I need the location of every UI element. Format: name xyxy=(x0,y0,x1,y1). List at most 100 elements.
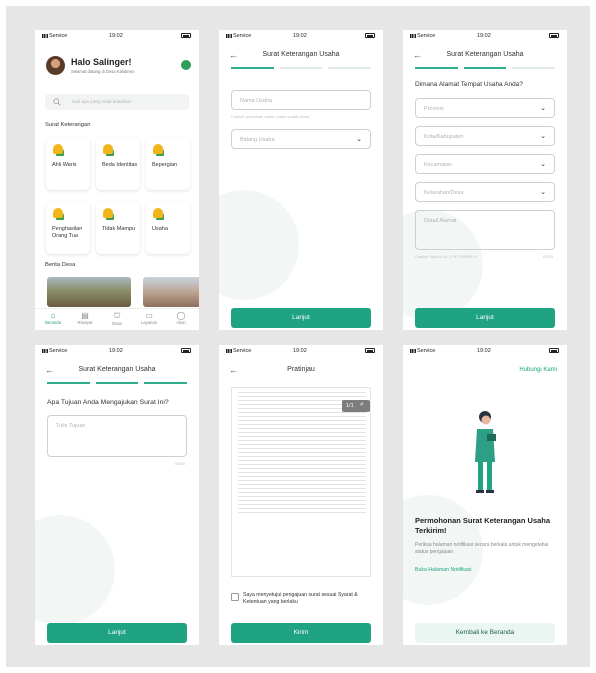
page-title: Surat Keterangan Usaha xyxy=(446,51,524,58)
news-image-1[interactable] xyxy=(47,277,131,307)
purpose-counter: 0/250 xyxy=(175,461,186,466)
services-icon: ▭ xyxy=(145,311,153,320)
chevron-down-icon: ⌄ xyxy=(540,161,546,168)
address-question: Dimana Alamat Tempat Usaha Anda? xyxy=(415,81,523,88)
clock: 19:02 xyxy=(477,348,491,354)
nav-item[interactable]: ▤ Riwayat xyxy=(71,311,99,325)
flower-pot-icon xyxy=(153,144,163,154)
step-indicator xyxy=(47,382,188,384)
submit-button[interactable]: Kirim xyxy=(231,623,371,643)
carrier: Service xyxy=(226,33,251,39)
service-card[interactable]: Bepergian xyxy=(146,138,190,190)
nav-item[interactable]: ⛫ Desa xyxy=(103,311,131,326)
business-field-placeholder: Bidang Usaha xyxy=(240,137,275,143)
background-decoration xyxy=(35,515,115,625)
search-placeholder: Cari apa yang Anda butuhkan xyxy=(72,99,132,104)
carrier: Service xyxy=(410,33,435,39)
chevron-down-icon: ⌄ xyxy=(356,136,362,143)
nav-label: Riwayat xyxy=(77,320,93,325)
success-screen: Service 19:02 Hubungi Kami Permohonan Su… xyxy=(403,345,567,645)
flower-pot-icon xyxy=(53,208,63,218)
chevron-down-icon: ⌄ xyxy=(540,133,546,140)
business-name-screen: Service 19:02 ← Surat Keterangan Usaha N… xyxy=(219,30,383,330)
greeting-title: Halo Salinger! xyxy=(71,57,132,67)
service-card[interactable]: Penghasilan Orang Tua xyxy=(46,202,90,254)
next-button[interactable]: Lanjut xyxy=(47,623,187,643)
clock: 19:02 xyxy=(109,348,123,354)
address-select-placeholder: Kelurahan/Desa xyxy=(424,190,464,196)
search-bar[interactable]: Cari apa yang Anda butuhkan xyxy=(45,94,189,110)
carrier: Service xyxy=(42,348,67,354)
clock: 19:02 xyxy=(477,33,491,39)
battery-icon xyxy=(365,33,375,38)
address-select-placeholder: Kecamatan xyxy=(424,162,452,168)
search-icon xyxy=(53,98,61,106)
agreement-checkbox[interactable] xyxy=(231,593,239,601)
avatar[interactable] xyxy=(46,56,65,75)
document-preview[interactable]: 1/1 ⌕ xyxy=(231,387,371,577)
news-image-2[interactable] xyxy=(143,277,199,307)
address-select[interactable]: Kelurahan/Desa ⌄ xyxy=(415,182,555,202)
address-detail-textarea[interactable]: Detail Alamat xyxy=(415,210,555,250)
status-bar: Service 19:02 xyxy=(35,345,199,357)
header: ← Surat Keterangan Usaha xyxy=(35,359,199,381)
background-decoration xyxy=(219,190,299,300)
clock: 19:02 xyxy=(293,33,307,39)
purpose-screen: Service 19:02 ← Surat Keterangan Usaha A… xyxy=(35,345,199,645)
preview-screen: Service 19:02 ← Pratinjau 1/1 ⌕ Saya men… xyxy=(219,345,383,645)
service-card-label: Penghasilan Orang Tua xyxy=(52,226,83,239)
back-home-button[interactable]: Kembali ke Beranda xyxy=(415,623,555,643)
service-card[interactable]: Ahli Waris xyxy=(46,138,90,190)
bottom-nav: ⌂ Beranda ▤ Riwayat ⛫ Desa ▭ Layanan ◯ Akun xyxy=(35,308,199,330)
canvas: Service 19:02 Halo Salinger! Selamat dat… xyxy=(6,6,590,667)
status-bar: Service 19:02 xyxy=(219,30,383,42)
business-address-screen: Service 19:02 ← Surat Keterangan Usaha D… xyxy=(403,30,567,330)
nav-item[interactable]: ▭ Layanan xyxy=(135,311,163,325)
open-notifications-link[interactable]: Buka Halaman Notifikasi xyxy=(415,567,472,573)
flower-pot-icon xyxy=(103,144,113,154)
address-hint: Contoh: Blok A no. 1, RT 01/RW 01 xyxy=(415,254,478,259)
signal-icon xyxy=(226,348,232,353)
signal-icon xyxy=(226,33,232,38)
zoom-icon[interactable]: ⌕ xyxy=(360,401,370,411)
nav-item[interactable]: ◯ Akun xyxy=(167,311,195,325)
page-title: Pratinjau xyxy=(287,366,315,373)
status-bar: Service 19:02 xyxy=(219,345,383,357)
contact-link[interactable]: Hubungi Kami xyxy=(519,367,557,373)
next-button[interactable]: Lanjut xyxy=(231,308,371,328)
page-title: Surat Keterangan Usaha xyxy=(262,51,340,58)
business-name-placeholder: Nama Usaha xyxy=(240,98,273,104)
service-card-label: Bepergian xyxy=(152,162,178,168)
document-blank-area xyxy=(232,513,370,576)
carrier: Service xyxy=(42,33,67,39)
agreement-text: Saya menyetujui pengajuan surat sesuai S… xyxy=(243,592,358,605)
account-icon: ◯ xyxy=(176,311,186,320)
address-select[interactable]: Kota/Kabupaten ⌄ xyxy=(415,126,555,146)
success-body: Periksa halaman notifikasi secara berkal… xyxy=(415,542,549,555)
purpose-placeholder: Tulis Tujuan xyxy=(56,423,86,429)
flower-pot-icon xyxy=(153,208,163,218)
address-select[interactable]: Provinsi ⌄ xyxy=(415,98,555,118)
battery-icon xyxy=(181,348,191,353)
battery-icon xyxy=(181,33,191,38)
greeting-subtitle: Selamat datang di Desa Kaliderex xyxy=(71,69,135,74)
home-screen: Service 19:02 Halo Salinger! Selamat dat… xyxy=(35,30,199,330)
battery-icon xyxy=(549,33,559,38)
service-card[interactable]: Usaha xyxy=(146,202,190,254)
purpose-textarea[interactable]: Tulis Tujuan xyxy=(47,415,187,457)
service-card[interactable]: Beda Identitas xyxy=(96,138,140,190)
clock: 19:02 xyxy=(109,33,123,39)
business-name-input[interactable]: Nama Usaha xyxy=(231,90,371,110)
notification-icon[interactable] xyxy=(181,60,191,70)
address-select[interactable]: Kecamatan ⌄ xyxy=(415,154,555,174)
next-button[interactable]: Lanjut xyxy=(415,308,555,328)
carrier: Service xyxy=(226,348,251,354)
nav-item[interactable]: ⌂ Beranda xyxy=(39,311,67,325)
header: ← Pratinjau xyxy=(219,359,383,381)
service-card-label: Usaha xyxy=(152,226,168,232)
service-card[interactable]: Tidak Mampu xyxy=(96,202,140,254)
nav-label: Desa xyxy=(112,321,122,326)
business-field-select[interactable]: Bidang Usaha ⌄ xyxy=(231,129,371,149)
status-bar: Service 19:02 xyxy=(403,345,567,357)
nav-label: Layanan xyxy=(140,320,158,325)
